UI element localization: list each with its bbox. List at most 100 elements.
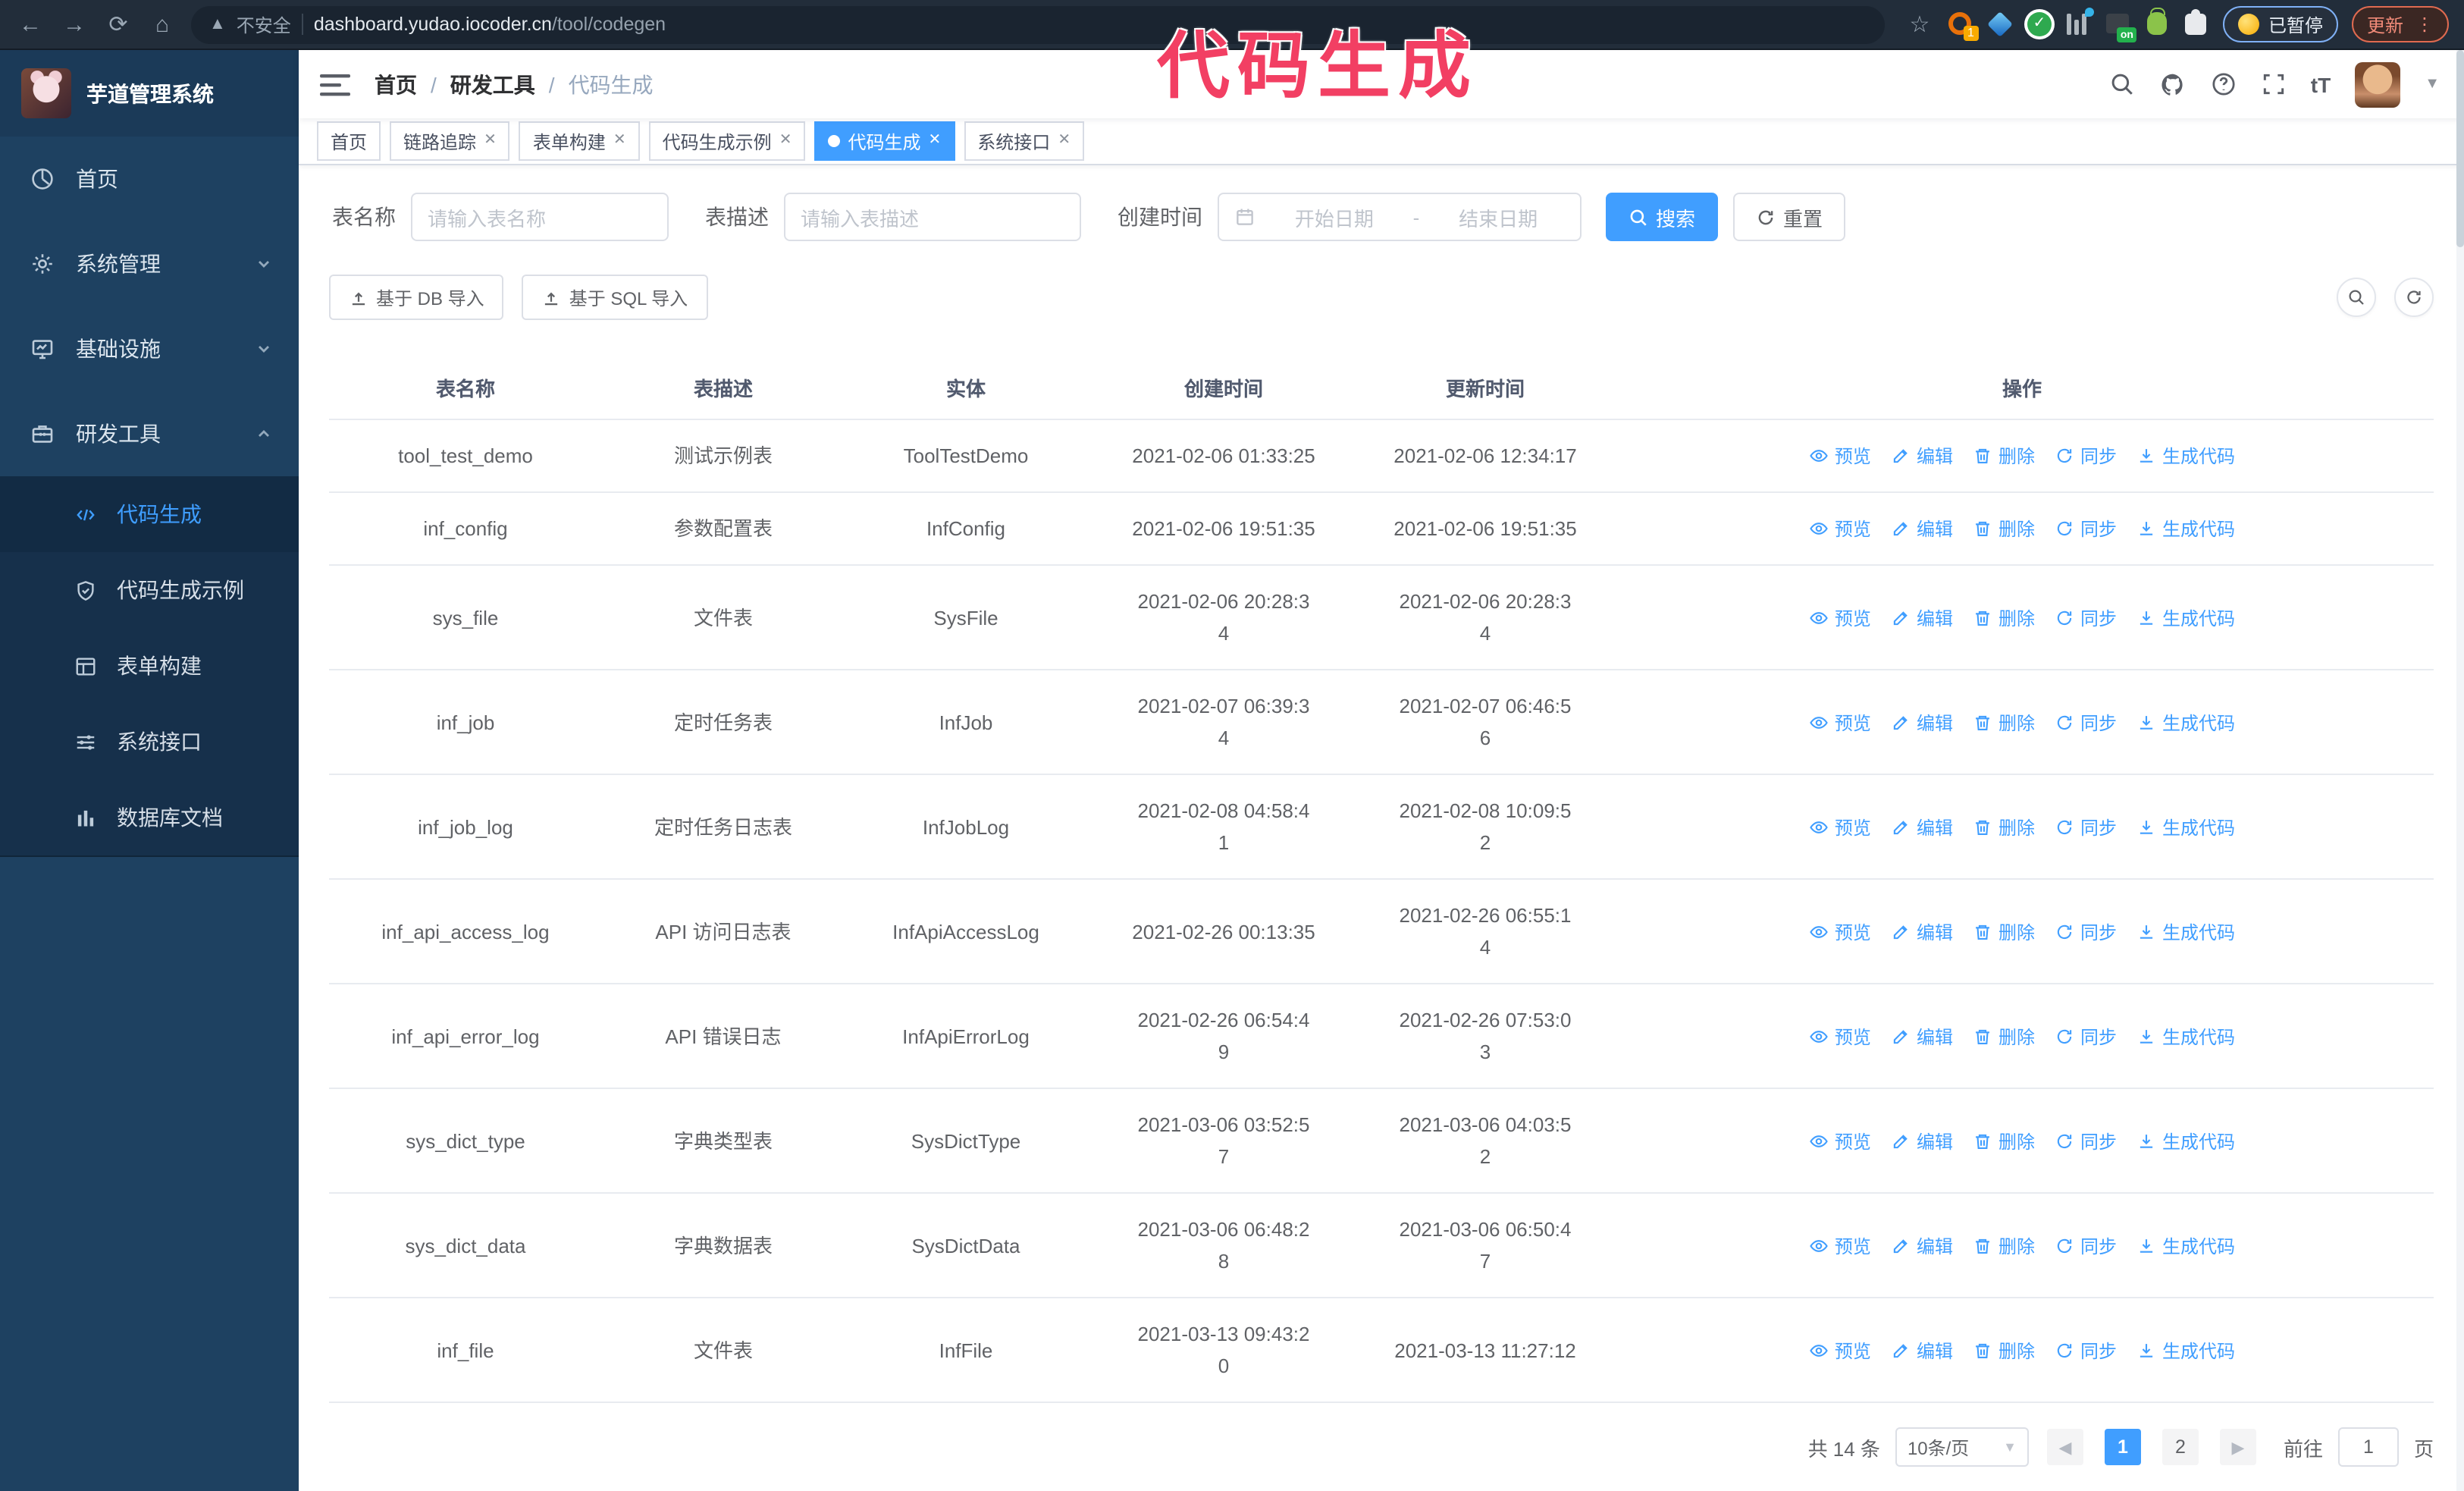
sidebar-item-codegen-example[interactable]: 代码生成示例 [0,552,299,628]
edit-link[interactable]: 编辑 [1891,1023,1953,1049]
kebab-menu-icon[interactable]: ⋮ [2415,15,2434,33]
forward-icon[interactable]: → [59,13,89,36]
close-icon[interactable]: ✕ [779,133,792,149]
generate-code-link[interactable]: 生成代码 [2136,814,2235,840]
sidebar-item-devtools[interactable]: 研发工具 [0,391,299,476]
home-icon[interactable]: ⌂ [147,13,177,36]
reload-icon[interactable]: ⟳ [103,13,133,36]
extension-columns-icon[interactable] [2066,8,2094,36]
breadcrumb-devtools[interactable]: 研发工具 [450,69,535,99]
date-range-input[interactable]: 开始日期 - 结束日期 [1218,193,1582,241]
avatar-caret-icon[interactable]: ▼ [2425,76,2440,93]
close-icon[interactable]: ✕ [613,133,626,149]
refresh-table-button[interactable] [2394,278,2434,317]
address-bar[interactable]: ▲ 不安全 dashboard.yudao.iocoder.cn/tool/co… [191,5,1885,43]
sync-link[interactable]: 同步 [2055,1232,2117,1258]
extension-check-icon[interactable]: ✓ [2027,12,2052,36]
close-icon[interactable]: ✕ [1058,133,1071,149]
generate-code-link[interactable]: 生成代码 [2136,1128,2235,1154]
reset-button[interactable]: 重置 [1733,193,1846,241]
edit-link[interactable]: 编辑 [1891,918,1953,944]
edit-link[interactable]: 编辑 [1891,709,1953,735]
prev-page-button[interactable]: ◀ [2046,1429,2083,1465]
page-scrollbar[interactable] [2456,50,2464,1491]
edit-link[interactable]: 编辑 [1891,1337,1953,1363]
tab-system-api[interactable]: 系统接口 ✕ [964,121,1085,162]
generate-code-link[interactable]: 生成代码 [2136,604,2235,630]
generate-code-link[interactable]: 生成代码 [2136,1023,2235,1049]
delete-link[interactable]: 删除 [1973,1337,2035,1363]
sync-link[interactable]: 同步 [2055,1023,2117,1049]
help-icon[interactable] [2211,71,2237,97]
preview-link[interactable]: 预览 [1809,814,1871,840]
close-icon[interactable]: ✕ [484,133,497,149]
table-desc-input[interactable]: 请输入表描述 [784,193,1081,241]
fullscreen-icon[interactable] [2261,71,2287,97]
delete-link[interactable]: 删除 [1973,1128,2035,1154]
extension-gem-icon[interactable] [1986,11,2013,37]
sidebar-item-infra[interactable]: 基础设施 [0,306,299,391]
close-icon[interactable]: ✕ [929,133,942,149]
preview-link[interactable]: 预览 [1809,1232,1871,1258]
toggle-search-button[interactable] [2337,278,2376,317]
update-button[interactable]: 更新 ⋮ [2351,6,2449,42]
sidebar-item-system[interactable]: 系统管理 [0,221,299,306]
delete-link[interactable]: 删除 [1973,516,2035,541]
next-page-button[interactable]: ▶ [2219,1429,2256,1465]
delete-link[interactable]: 删除 [1973,709,2035,735]
sync-link[interactable]: 同步 [2055,443,2117,469]
tab-form-builder[interactable]: 表单构建 ✕ [519,121,640,162]
page-button-1[interactable]: 1 [2104,1429,2141,1465]
delete-link[interactable]: 删除 [1973,604,2035,630]
edit-link[interactable]: 编辑 [1891,1128,1953,1154]
sidebar-item-system-api[interactable]: 系统接口 [0,704,299,780]
bookmark-star-icon[interactable]: ☆ [1904,13,1935,36]
sync-link[interactable]: 同步 [2055,604,2117,630]
import-sql-button[interactable]: 基于 SQL 导入 [522,275,708,320]
delete-link[interactable]: 删除 [1973,918,2035,944]
edit-link[interactable]: 编辑 [1891,814,1953,840]
sidebar-item-db-doc[interactable]: 数据库文档 [0,780,299,855]
table-name-input[interactable]: 请输入表名称 [411,193,669,241]
extension-bug-icon[interactable] [2146,8,2170,36]
delete-link[interactable]: 删除 [1973,814,2035,840]
sidebar-logo[interactable]: 芋道管理系统 [0,50,299,137]
edit-link[interactable]: 编辑 [1891,604,1953,630]
generate-code-link[interactable]: 生成代码 [2136,1232,2235,1258]
generate-code-link[interactable]: 生成代码 [2136,918,2235,944]
sync-link[interactable]: 同步 [2055,1337,2117,1363]
tab-codegen-example[interactable]: 代码生成示例 ✕ [648,121,806,162]
delete-link[interactable]: 删除 [1973,443,2035,469]
sync-link[interactable]: 同步 [2055,709,2117,735]
generate-code-link[interactable]: 生成代码 [2136,709,2235,735]
sync-link[interactable]: 同步 [2055,814,2117,840]
font-size-icon[interactable]: tT [2311,72,2331,96]
sync-link[interactable]: 同步 [2055,516,2117,541]
back-icon[interactable]: ← [15,13,45,36]
hamburger-icon[interactable] [320,72,350,96]
tab-home[interactable]: 首页 [317,121,381,162]
preview-link[interactable]: 预览 [1809,1337,1871,1363]
search-icon[interactable] [2109,71,2135,97]
tab-tracing[interactable]: 链路追踪 ✕ [390,121,510,162]
edit-link[interactable]: 编辑 [1891,443,1953,469]
profile-paused-badge[interactable]: 已暂停 [2222,6,2338,42]
import-db-button[interactable]: 基于 DB 导入 [329,275,504,320]
page-button-2[interactable]: 2 [2161,1429,2199,1465]
extension-ring-icon[interactable]: 1 [1948,12,1979,41]
delete-link[interactable]: 删除 [1973,1232,2035,1258]
sidebar-item-codegen[interactable]: 代码生成 [0,476,299,552]
sidebar-item-form-builder[interactable]: 表单构建 [0,628,299,704]
preview-link[interactable]: 预览 [1809,709,1871,735]
goto-page-input[interactable]: 1 [2337,1427,2399,1467]
tab-codegen[interactable]: 代码生成 ✕ [814,121,955,162]
generate-code-link[interactable]: 生成代码 [2136,516,2235,541]
start-date-input[interactable]: 开始日期 [1268,202,1401,231]
preview-link[interactable]: 预览 [1809,443,1871,469]
sync-link[interactable]: 同步 [2055,1128,2117,1154]
edit-link[interactable]: 编辑 [1891,1232,1953,1258]
preview-link[interactable]: 预览 [1809,516,1871,541]
extension-puzzle-icon[interactable] [2184,9,2209,36]
extension-terminal-icon[interactable]: on [2105,12,2136,42]
edit-link[interactable]: 编辑 [1891,516,1953,541]
